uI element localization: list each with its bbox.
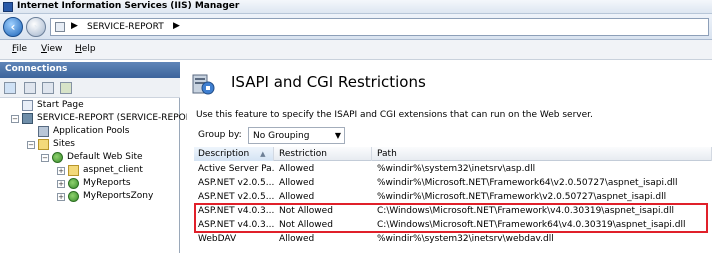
page-title: ISAPI and CGI Restrictions xyxy=(231,73,426,91)
group-by-label: Group by: xyxy=(198,130,242,140)
table-row[interactable]: Active Server Pa... Allowed %windir%\sys… xyxy=(194,162,712,176)
app-icon xyxy=(68,178,79,189)
restriction-cell: Allowed xyxy=(279,192,315,202)
up-icon[interactable] xyxy=(42,82,54,94)
description-cell: Active Server Pa... xyxy=(198,164,274,174)
table-row[interactable]: ASP.NET v2.0.5... Allowed %windir%\Micro… xyxy=(194,176,712,190)
iis-app-icon xyxy=(3,2,13,12)
refresh-icon[interactable] xyxy=(60,82,72,94)
connections-pane: Connections Start Page − SERVICE-REPORT … xyxy=(0,62,192,253)
expand-icon[interactable]: + xyxy=(57,180,65,188)
back-button[interactable]: ‹ xyxy=(3,17,23,37)
expand-icon[interactable]: + xyxy=(57,167,65,175)
breadcrumb-separator-icon[interactable]: ▶ xyxy=(71,21,78,31)
window-title: Internet Information Services (IIS) Mana… xyxy=(17,1,240,11)
menu-help[interactable]: Help xyxy=(75,44,96,54)
connections-header: Connections xyxy=(0,62,180,78)
sort-ascending-icon: ▲ xyxy=(260,150,266,158)
breadcrumb-separator-icon[interactable]: ▶ xyxy=(173,21,180,31)
start-page-icon xyxy=(22,100,33,111)
restriction-cell: Allowed xyxy=(279,178,315,188)
column-header-path[interactable]: Path xyxy=(373,147,712,161)
group-by-select[interactable]: No Grouping ▼ xyxy=(248,127,345,144)
path-cell: %windir%\system32\inetsrv\asp.dll xyxy=(377,164,536,174)
feature-description: Use this feature to specify the ISAPI an… xyxy=(196,110,593,120)
table-row[interactable]: WebDAV Allowed %windir%\system32\inetsrv… xyxy=(194,232,712,246)
globe-icon xyxy=(52,152,63,163)
collapse-icon[interactable]: − xyxy=(27,141,35,149)
title-bar: Internet Information Services (IIS) Mana… xyxy=(0,0,712,14)
forward-button[interactable]: › xyxy=(26,17,46,37)
path-cell: %windir%\Microsoft.NET\Framework64\v2.0.… xyxy=(377,178,678,188)
restriction-cell: Allowed xyxy=(279,234,315,244)
path-cell: %windir%\system32\inetsrv\webdav.dll xyxy=(377,234,554,244)
grid-header: Description ▲ Restriction Path xyxy=(194,147,712,161)
description-cell: ASP.NET v2.0.5... xyxy=(198,192,274,202)
folder-icon xyxy=(68,165,79,176)
menu-bar: File View Help xyxy=(0,40,712,60)
sites-icon xyxy=(38,139,49,150)
chevron-down-icon: ▼ xyxy=(334,131,341,140)
collapse-icon[interactable]: − xyxy=(41,154,49,162)
address-bar: ‹ › ▶ SERVICE-REPORT ▶ xyxy=(0,14,712,40)
app-icon xyxy=(68,191,79,202)
group-by-value: No Grouping xyxy=(253,131,310,141)
column-header-description[interactable]: Description ▲ xyxy=(194,147,274,161)
highlight-box xyxy=(194,203,708,233)
table-row[interactable]: ASP.NET v2.0.5... Allowed %windir%\Micro… xyxy=(194,190,712,204)
path-cell: %windir%\Microsoft.NET\Framework\v2.0.50… xyxy=(377,192,667,202)
address-field[interactable]: ▶ SERVICE-REPORT ▶ xyxy=(50,18,709,36)
menu-file[interactable]: File xyxy=(12,44,27,54)
save-icon[interactable] xyxy=(24,82,36,94)
server-icon xyxy=(22,113,33,124)
group-by-bar: Group by: No Grouping ▼ xyxy=(194,126,712,146)
connect-icon[interactable] xyxy=(4,82,16,94)
page-icon xyxy=(55,22,65,32)
description-cell: ASP.NET v2.0.5... xyxy=(198,178,274,188)
menu-view[interactable]: View xyxy=(41,44,62,54)
description-cell: WebDAV xyxy=(198,234,237,244)
breadcrumb-server[interactable]: SERVICE-REPORT xyxy=(87,22,164,32)
expand-icon[interactable]: + xyxy=(57,193,65,201)
connections-toolbar xyxy=(0,78,180,98)
restriction-cell: Allowed xyxy=(279,164,315,174)
isapi-cgi-feature-icon xyxy=(192,74,215,95)
column-header-restriction[interactable]: Restriction xyxy=(275,147,372,161)
collapse-icon[interactable]: − xyxy=(11,115,19,123)
app-pool-icon xyxy=(38,126,49,137)
